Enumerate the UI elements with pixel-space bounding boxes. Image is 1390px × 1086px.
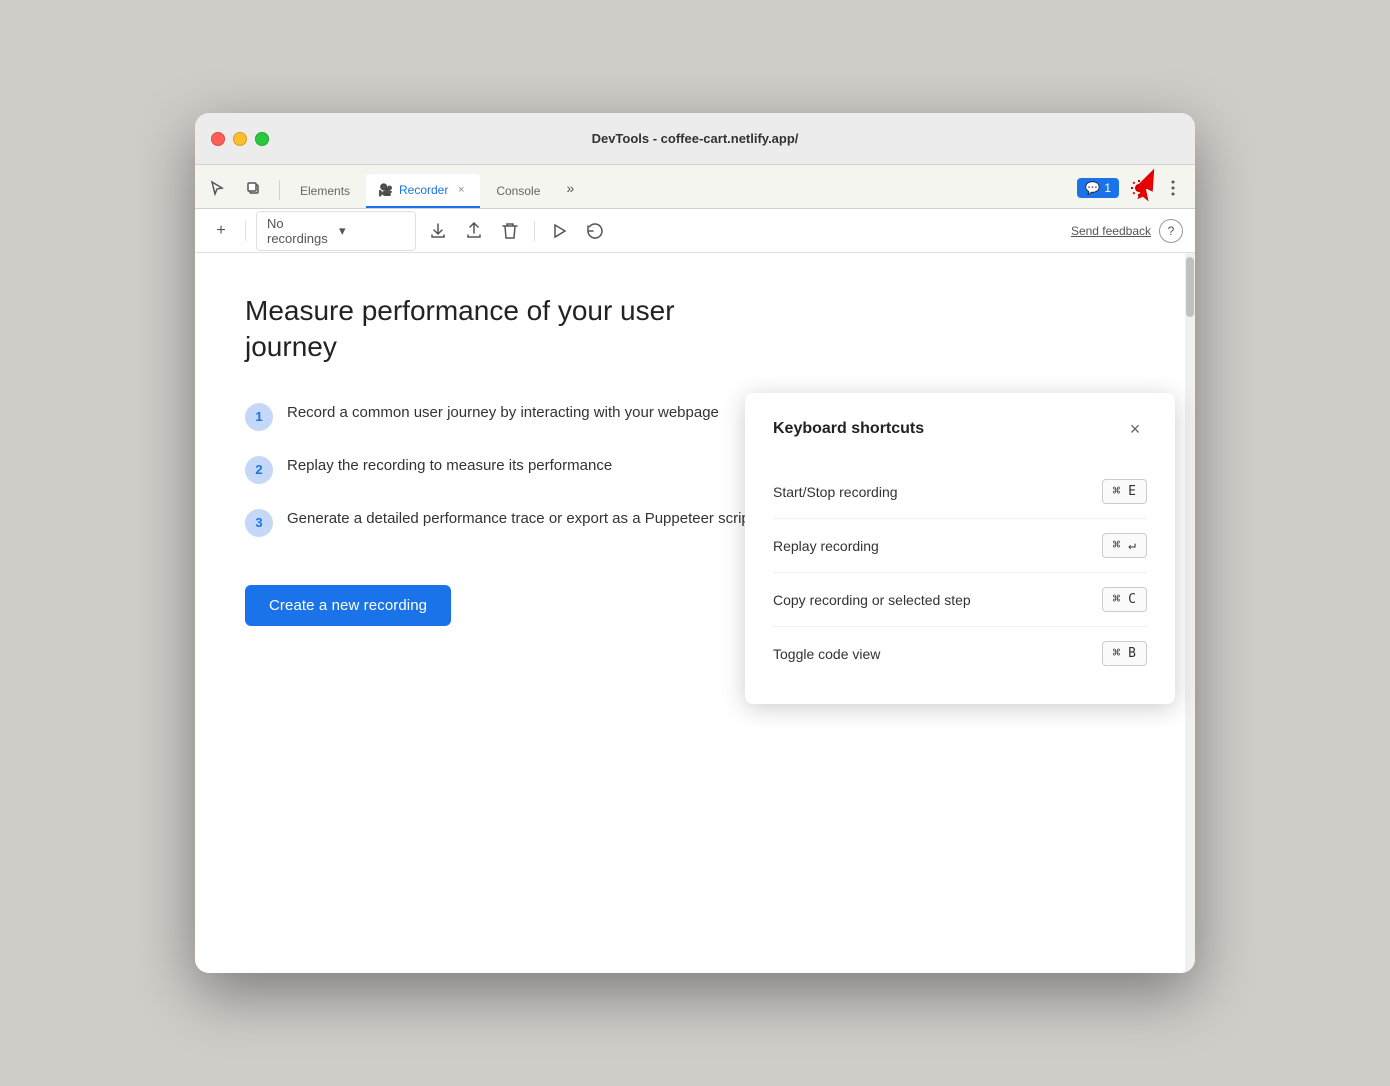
tab-console-label: Console — [496, 184, 540, 198]
annotation-arrow — [1125, 166, 1161, 202]
tab-elements[interactable]: Elements — [288, 174, 362, 208]
step-number-3: 3 — [245, 509, 273, 537]
recorder-icon: 🎥 — [378, 183, 393, 197]
kebab-menu-icon[interactable] — [1159, 174, 1187, 202]
shortcut-label-1: Start/Stop recording — [773, 484, 898, 500]
shortcuts-popup: Keyboard shortcuts × Start/Stop recordin… — [745, 393, 1175, 704]
step-number-2: 2 — [245, 456, 273, 484]
recorder-toolbar: + No recordings ▾ — [195, 209, 1195, 253]
toolbar-right: Send feedback ? — [1071, 219, 1183, 243]
badge-count: 1 — [1104, 181, 1111, 195]
send-feedback-link[interactable]: Send feedback — [1071, 224, 1151, 238]
recordings-dropdown[interactable]: No recordings ▾ — [256, 211, 416, 251]
chevron-down-icon: ▾ — [339, 223, 405, 239]
popup-header: Keyboard shortcuts × — [773, 417, 1147, 441]
shortcut-row-4: Toggle code view ⌘ B — [773, 627, 1147, 680]
shortcut-label-3: Copy recording or selected step — [773, 592, 971, 608]
tabs-left: Elements 🎥 Recorder × Console » — [203, 174, 1077, 208]
more-tabs-icon[interactable]: » — [556, 174, 584, 202]
no-recordings-label: No recordings — [267, 216, 333, 246]
step-text-3: Generate a detailed performance trace or… — [287, 508, 824, 531]
shortcut-row-2: Replay recording ⌘ ↵ — [773, 519, 1147, 573]
help-button[interactable]: ? — [1159, 219, 1183, 243]
plus-icon: + — [216, 222, 225, 240]
chat-icon: 💬 — [1085, 181, 1100, 195]
minimize-button[interactable] — [233, 132, 247, 146]
close-button[interactable] — [211, 132, 225, 146]
play-button[interactable] — [545, 217, 573, 245]
toolbar-divider-1 — [245, 221, 246, 241]
devtools-window: DevTools - coffee-cart.netlify.app/ Elem… — [195, 113, 1195, 973]
shortcut-row-1: Start/Stop recording ⌘ E — [773, 465, 1147, 519]
step-number-1: 1 — [245, 403, 273, 431]
page-heading: Measure performance of your userjourney — [245, 293, 1145, 366]
shortcut-key-2: ⌘ ↵ — [1102, 533, 1147, 558]
maximize-button[interactable] — [255, 132, 269, 146]
scrollbar-track[interactable] — [1185, 253, 1195, 973]
settings-icon-btn[interactable] — [1125, 174, 1153, 202]
delete-button[interactable] — [496, 217, 524, 245]
shortcut-label-4: Toggle code view — [773, 646, 880, 662]
window-title: DevTools - coffee-cart.netlify.app/ — [592, 131, 799, 146]
export-button[interactable] — [424, 217, 452, 245]
tab-console[interactable]: Console — [484, 174, 552, 208]
popup-title: Keyboard shortcuts — [773, 420, 924, 438]
tab-elements-label: Elements — [300, 184, 350, 198]
shortcut-label-2: Replay recording — [773, 538, 879, 554]
tabs-right: 💬 1 — [1077, 174, 1187, 202]
add-recording-button[interactable]: + — [207, 217, 235, 245]
toolbar-divider-2 — [534, 221, 535, 241]
cursor-icon[interactable] — [203, 174, 231, 202]
shortcut-row-3: Copy recording or selected step ⌘ C — [773, 573, 1147, 627]
step-text-1: Record a common user journey by interact… — [287, 402, 719, 425]
import-button[interactable] — [460, 217, 488, 245]
popup-close-button[interactable]: × — [1123, 417, 1147, 441]
traffic-lights — [211, 132, 269, 146]
replay-button[interactable] — [581, 217, 609, 245]
shortcut-key-4: ⌘ B — [1102, 641, 1147, 666]
step-text-2: Replay the recording to measure its perf… — [287, 455, 612, 478]
copy-icon[interactable] — [239, 174, 267, 202]
tab-recorder-close[interactable]: × — [454, 183, 468, 197]
chat-badge-button[interactable]: 💬 1 — [1077, 178, 1119, 198]
create-recording-button[interactable]: Create a new recording — [245, 585, 451, 626]
tab-recorder[interactable]: 🎥 Recorder × — [366, 174, 480, 208]
tab-divider — [279, 180, 280, 200]
tab-recorder-label: Recorder — [399, 183, 448, 197]
shortcut-key-1: ⌘ E — [1102, 479, 1147, 504]
scrollbar-thumb — [1186, 257, 1194, 317]
main-content: Measure performance of your userjourney … — [195, 253, 1195, 973]
shortcut-key-3: ⌘ C — [1102, 587, 1147, 612]
tab-bar: Elements 🎥 Recorder × Console » 💬 1 — [195, 165, 1195, 209]
title-bar: DevTools - coffee-cart.netlify.app/ — [195, 113, 1195, 165]
